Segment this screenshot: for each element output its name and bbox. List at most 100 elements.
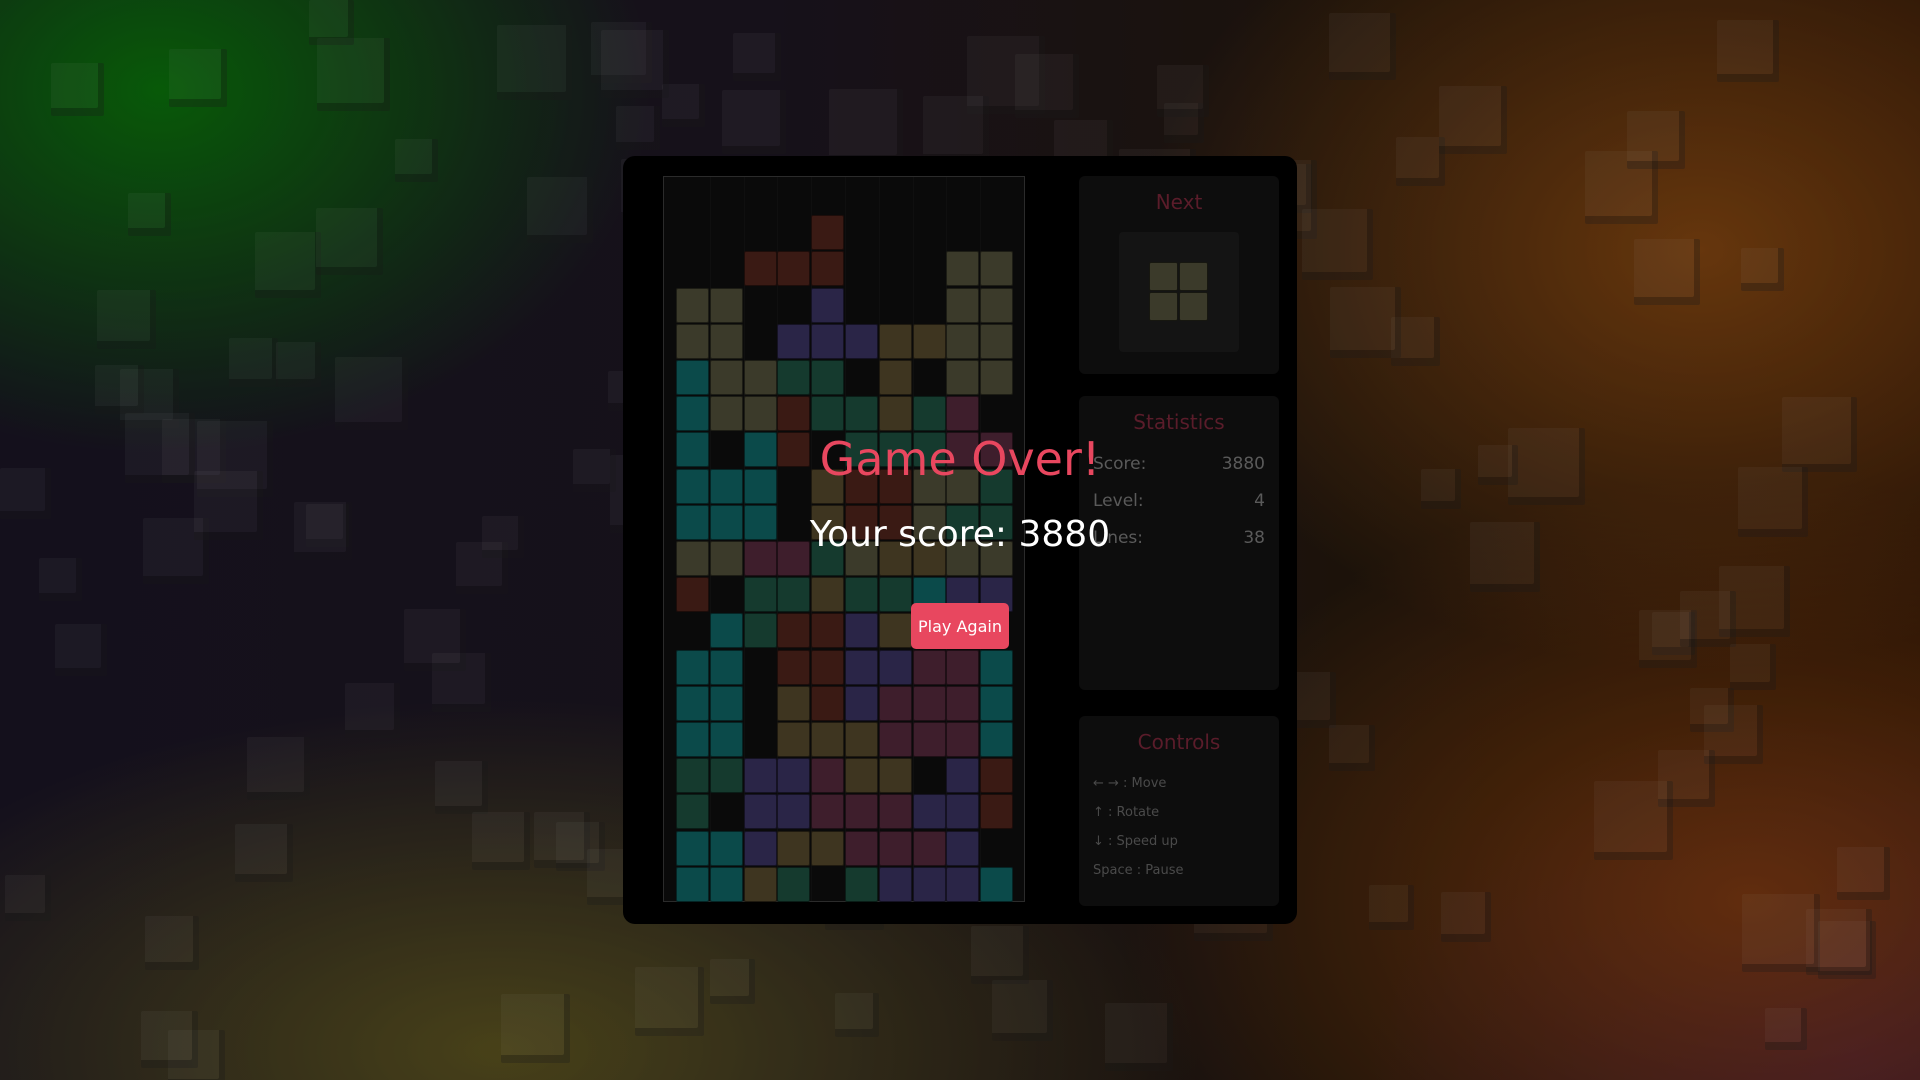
board-block — [912, 830, 946, 866]
board-block — [980, 287, 1014, 323]
board-block — [946, 649, 980, 685]
board-block — [811, 215, 845, 251]
board-block — [676, 649, 709, 685]
board-block — [845, 396, 878, 432]
board-block — [811, 649, 845, 685]
board-block — [709, 866, 743, 902]
board-block — [676, 577, 709, 613]
board-block — [845, 830, 878, 866]
board-block — [743, 251, 777, 287]
board-block — [946, 360, 980, 395]
board-block — [676, 830, 709, 866]
board-block — [878, 794, 912, 830]
board-block — [912, 649, 946, 685]
board-block — [912, 396, 946, 432]
board-block — [709, 722, 743, 757]
statistics-title: Statistics — [1133, 410, 1225, 434]
board-block — [676, 360, 709, 395]
board-block — [845, 613, 878, 649]
controls-title: Controls — [1137, 730, 1221, 754]
board-block — [845, 577, 878, 613]
board-block — [811, 722, 845, 757]
board-block — [946, 685, 980, 721]
control-rotate: ↑ : Rotate — [1093, 805, 1160, 820]
board-block — [811, 251, 845, 287]
board-block — [743, 758, 777, 794]
board-block — [676, 722, 709, 757]
board-block — [912, 866, 946, 902]
board-block — [709, 613, 743, 649]
board-block — [912, 794, 946, 830]
board-block — [878, 613, 912, 649]
board-block — [811, 758, 845, 794]
board-block — [743, 577, 777, 613]
board-block — [878, 396, 912, 432]
board-block — [709, 758, 743, 794]
board-block — [912, 722, 946, 757]
board-block — [811, 830, 845, 866]
board-block — [980, 649, 1014, 685]
board-block — [878, 323, 912, 359]
board-block — [878, 866, 912, 902]
next-panel: Next — [1079, 176, 1279, 374]
control-speed-up: ↓ : Speed up — [1093, 834, 1178, 849]
board-block — [946, 794, 980, 830]
next-piece-block — [1149, 292, 1178, 321]
board-block — [811, 577, 845, 613]
board-block — [709, 360, 743, 395]
board-block — [777, 866, 811, 902]
final-score: Your score: 3880 — [809, 514, 1111, 555]
board-block — [912, 323, 946, 359]
board-block — [878, 722, 912, 757]
board-block — [811, 613, 845, 649]
board-block — [946, 758, 980, 794]
board-block — [946, 396, 980, 432]
next-piece-block — [1149, 262, 1178, 291]
board-block — [878, 577, 912, 613]
board-block — [743, 794, 777, 830]
board-block — [709, 685, 743, 721]
board-block — [980, 360, 1014, 395]
control-move: ← → : Move — [1093, 776, 1167, 791]
board-block — [811, 396, 845, 432]
board-block — [743, 360, 777, 395]
board-block — [845, 722, 878, 757]
board-block — [743, 866, 777, 902]
board-block — [845, 685, 878, 721]
next-piece-block — [1179, 262, 1208, 291]
board-block — [946, 323, 980, 359]
board-block — [980, 794, 1014, 830]
board-block — [777, 685, 811, 721]
level-label: Level: — [1093, 491, 1144, 511]
board-block — [845, 323, 878, 359]
board-block — [946, 287, 980, 323]
board-block — [777, 722, 811, 757]
board-block — [980, 685, 1014, 721]
board-block — [811, 287, 845, 323]
board-block — [676, 287, 709, 323]
board-block — [946, 251, 980, 287]
board-block — [743, 613, 777, 649]
board-block — [980, 866, 1014, 902]
board-block — [878, 360, 912, 395]
board-block — [709, 287, 743, 323]
board-block — [676, 794, 709, 830]
board-block — [912, 685, 946, 721]
board-block — [676, 866, 709, 902]
board-block — [777, 577, 811, 613]
board-block — [777, 323, 811, 359]
play-again-button[interactable]: Play Again — [911, 603, 1009, 649]
next-title: Next — [1155, 190, 1203, 214]
board-block — [777, 360, 811, 395]
board-block — [676, 758, 709, 794]
board-block — [980, 251, 1014, 287]
board-block — [777, 758, 811, 794]
level-row: Level: 4 — [1093, 491, 1265, 513]
board-block — [946, 866, 980, 902]
board-block — [878, 758, 912, 794]
board-block — [676, 685, 709, 721]
board-block — [845, 866, 878, 902]
board-block — [709, 649, 743, 685]
board-block — [845, 649, 878, 685]
board-block — [777, 613, 811, 649]
